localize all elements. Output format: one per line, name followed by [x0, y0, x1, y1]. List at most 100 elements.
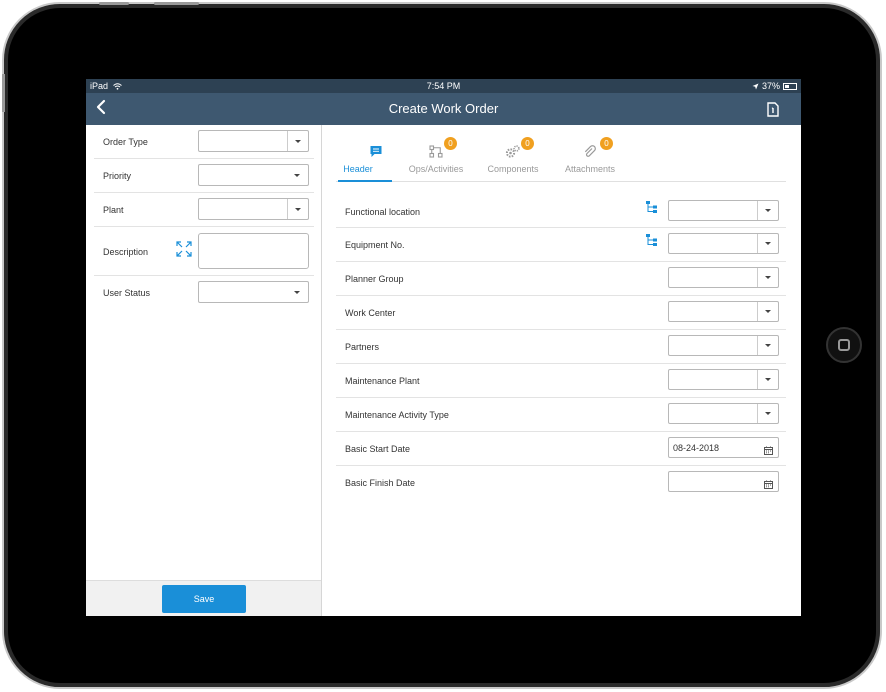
user-status-row: User Status — [94, 276, 314, 309]
planner-group-label: Planner Group — [345, 274, 404, 284]
chevron-down-icon — [295, 207, 301, 211]
equipment-no-row: Equipment No. — [336, 228, 786, 262]
tab-bar: Header 0 Ops/Activities 0 Components 0 A… — [336, 133, 786, 182]
home-button[interactable] — [826, 327, 862, 363]
basic-finish-date-row: Basic Finish Date — [336, 466, 786, 499]
paperclip-icon — [584, 145, 597, 160]
status-bar: iPad 7:54 PM 37% — [86, 79, 801, 93]
tab-components[interactable]: 0 Components — [473, 133, 553, 181]
chevron-down-icon — [765, 344, 771, 347]
order-type-row: Order Type — [94, 125, 314, 159]
hierarchy-icon — [646, 234, 657, 246]
calendar-icon[interactable] — [764, 442, 773, 460]
functional-location-row: Functional location — [336, 194, 786, 228]
tab-ops-label: Ops/Activities — [408, 164, 464, 174]
tab-ops-activities[interactable]: 0 Ops/Activities — [396, 133, 476, 181]
left-panel: Order Type Priority Plant Description Us… — [86, 125, 322, 616]
expand-icon — [176, 241, 192, 257]
description-input[interactable] — [198, 233, 309, 269]
work-center-label: Work Center — [345, 308, 396, 318]
basic-finish-date-label: Basic Finish Date — [345, 478, 416, 488]
flow-icon — [429, 145, 443, 160]
basic-finish-date-input[interactable] — [668, 471, 779, 492]
chevron-down-icon — [765, 209, 771, 212]
gears-icon — [505, 145, 521, 160]
planner-group-select[interactable] — [668, 267, 779, 288]
chevron-down-icon — [765, 310, 771, 313]
plant-label: Plant — [103, 205, 124, 215]
comment-icon — [370, 145, 383, 160]
dropdown-arrow-box — [287, 199, 308, 219]
hardware-button — [2, 74, 5, 112]
hardware-button — [99, 2, 129, 5]
hierarchy-button[interactable] — [646, 200, 658, 218]
dropdown-arrow-box — [757, 302, 778, 321]
work-center-row: Work Center — [336, 296, 786, 330]
work-center-select[interactable] — [668, 301, 779, 322]
user-status-select[interactable] — [198, 281, 309, 303]
tab-attachments-label: Attachments — [564, 164, 616, 174]
maintenance-activity-type-row: Maintenance Activity Type — [336, 398, 786, 432]
maintenance-activity-type-select[interactable] — [668, 403, 779, 424]
chevron-down-icon — [294, 291, 300, 294]
document-icon — [767, 102, 779, 117]
dropdown-arrow-box — [757, 336, 778, 355]
home-square-icon — [838, 339, 850, 351]
right-panel: Header 0 Ops/Activities 0 Components 0 A… — [322, 125, 801, 616]
chevron-down-icon — [294, 174, 300, 177]
save-button[interactable]: Save — [162, 585, 246, 613]
priority-select[interactable] — [198, 164, 309, 186]
expand-button[interactable] — [176, 241, 192, 262]
battery-percent: 37% — [761, 81, 780, 91]
chevron-down-icon — [765, 378, 771, 381]
attachments-count-badge: 0 — [600, 137, 613, 150]
priority-row: Priority — [94, 159, 314, 193]
basic-start-date-label: Basic Start Date — [345, 444, 411, 454]
equipment-no-select[interactable] — [668, 233, 779, 254]
plant-select[interactable] — [198, 198, 309, 220]
maintenance-activity-type-label: Maintenance Activity Type — [345, 410, 449, 420]
dropdown-arrow-box — [757, 370, 778, 389]
hierarchy-button[interactable] — [646, 233, 658, 251]
functional-location-select[interactable] — [668, 200, 779, 221]
basic-start-date-input[interactable]: 08-24-2018 — [668, 437, 779, 458]
partners-select[interactable] — [668, 335, 779, 356]
document-button[interactable] — [767, 102, 779, 122]
dropdown-arrow-box — [287, 131, 308, 151]
tab-attachments[interactable]: 0 Attachments — [550, 133, 630, 181]
functional-location-label: Functional location — [345, 207, 421, 217]
app-screen: iPad 7:54 PM 37% Create Work Order Order… — [86, 79, 801, 616]
tab-header-label: Header — [343, 164, 373, 174]
planner-group-row: Planner Group — [336, 262, 786, 296]
maintenance-plant-row: Maintenance Plant — [336, 364, 786, 398]
priority-label: Priority — [103, 171, 132, 181]
user-status-label: User Status — [103, 288, 151, 298]
dropdown-arrow-box — [757, 268, 778, 287]
battery-icon — [783, 82, 797, 90]
components-count-badge: 0 — [521, 137, 534, 150]
hierarchy-icon — [646, 201, 657, 213]
status-right: 37% — [752, 81, 797, 91]
chevron-down-icon — [295, 139, 301, 143]
calendar-icon[interactable] — [764, 476, 773, 494]
nav-bar: Create Work Order — [86, 93, 801, 125]
partners-row: Partners — [336, 330, 786, 364]
equipment-no-label: Equipment No. — [345, 240, 405, 250]
order-type-select[interactable] — [198, 130, 309, 152]
hardware-button — [154, 2, 199, 5]
chevron-down-icon — [765, 242, 771, 245]
page-title: Create Work Order — [388, 101, 499, 116]
chevron-down-icon — [765, 412, 771, 415]
description-row: Description — [94, 227, 314, 276]
order-type-label: Order Type — [103, 137, 148, 147]
location-arrow-icon — [752, 83, 759, 89]
partners-label: Partners — [345, 342, 380, 352]
description-label: Description — [103, 247, 149, 257]
maintenance-plant-select[interactable] — [668, 369, 779, 390]
dropdown-arrow-box — [757, 404, 778, 423]
maintenance-plant-label: Maintenance Plant — [345, 376, 420, 386]
footer-bar: Save — [86, 580, 321, 616]
ops-count-badge: 0 — [444, 137, 457, 150]
dropdown-arrow-box — [757, 234, 778, 253]
basic-start-date-value: 08-24-2018 — [673, 443, 720, 453]
